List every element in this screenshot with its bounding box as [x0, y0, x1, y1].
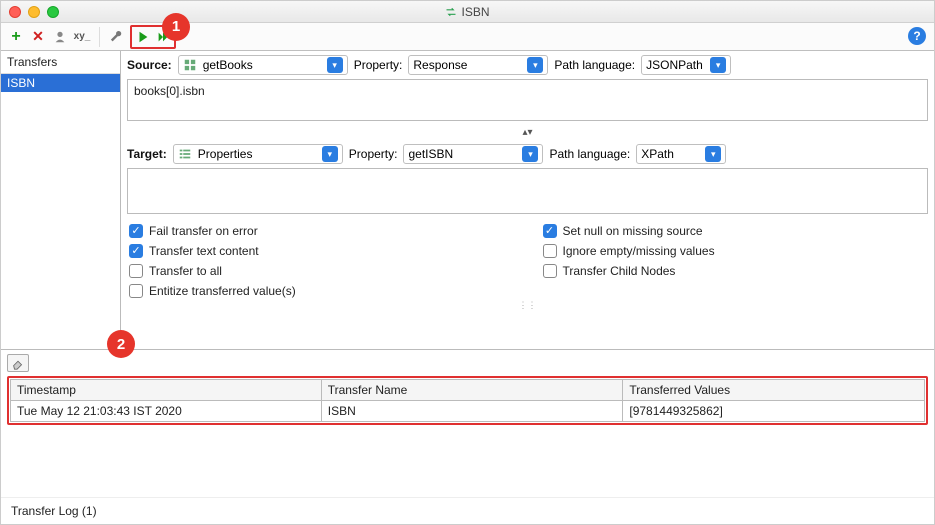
transfers-sidebar: Transfers ISBN — [1, 51, 121, 349]
checkbox-icon — [543, 264, 557, 278]
chevron-down-icon: ▾ — [327, 57, 343, 73]
wrench-icon — [110, 30, 124, 44]
play-icon — [136, 30, 150, 44]
opt-text-content[interactable]: Transfer text content — [129, 244, 513, 258]
checkbox-icon — [129, 284, 143, 298]
footer-tab[interactable]: Transfer Log (1) — [1, 497, 934, 524]
target-property-value: getISBN — [408, 147, 453, 161]
expand-collapse-handle[interactable]: ▴▾ — [127, 125, 928, 140]
opt-label: Entitize transferred value(s) — [149, 284, 296, 298]
checkbox-icon — [543, 224, 557, 238]
checkbox-icon — [129, 224, 143, 238]
transfer-icon — [445, 6, 457, 18]
chevron-down-icon: ▾ — [710, 57, 726, 73]
run-buttons-group: 1 — [130, 25, 176, 49]
log-col-name: Transfer Name — [321, 380, 623, 401]
target-pathlang-value: XPath — [641, 147, 674, 161]
log-panel: 2 Timestamp Transfer Name Transferred Va… — [1, 349, 934, 497]
chevron-down-icon: ▾ — [522, 146, 538, 162]
target-property-label: Property: — [349, 147, 398, 161]
opt-child-nodes[interactable]: Transfer Child Nodes — [543, 264, 927, 278]
toolbar-separator — [99, 27, 100, 47]
pane-resize-handle[interactable]: ⋮⋮ — [127, 302, 928, 308]
help-button[interactable]: ? — [908, 27, 926, 45]
chevron-down-icon: ▾ — [322, 146, 338, 162]
target-label: Target: — [127, 147, 167, 161]
log-col-values: Transferred Values — [623, 380, 925, 401]
opt-transfer-all[interactable]: Transfer to all — [129, 264, 513, 278]
main-panel: Source: getBooks ▾ Property: Response ▾ … — [121, 51, 934, 349]
grid-icon — [183, 58, 197, 72]
chevron-down-icon: ▾ — [527, 57, 543, 73]
log-table: Timestamp Transfer Name Transferred Valu… — [10, 379, 925, 422]
chevron-down-icon: ▾ — [705, 146, 721, 162]
window-title: ISBN — [461, 5, 489, 19]
log-cell-name: ISBN — [321, 401, 623, 422]
target-step-value: Properties — [198, 147, 253, 161]
clone-transfer-button[interactable] — [51, 28, 69, 46]
opt-label: Transfer text content — [149, 244, 259, 258]
source-step-dropdown[interactable]: getBooks ▾ — [178, 55, 348, 75]
checkbox-icon — [129, 244, 143, 258]
transfer-options: Fail transfer on error Set null on missi… — [127, 218, 928, 298]
close-window-button[interactable] — [9, 6, 21, 18]
config-button[interactable] — [108, 28, 126, 46]
eraser-icon — [11, 356, 25, 370]
source-step-value: getBooks — [203, 58, 253, 72]
opt-fail-on-error[interactable]: Fail transfer on error — [129, 224, 513, 238]
target-row: Target: Properties ▾ Property: getISBN ▾… — [127, 144, 928, 164]
opt-label: Fail transfer on error — [149, 224, 258, 238]
target-expression-input[interactable] — [127, 168, 928, 214]
checkbox-icon — [543, 244, 557, 258]
target-property-dropdown[interactable]: getISBN ▾ — [403, 144, 543, 164]
opt-ignore-missing[interactable]: Ignore empty/missing values — [543, 244, 927, 258]
opt-set-null[interactable]: Set null on missing source — [543, 224, 927, 238]
checkbox-icon — [129, 264, 143, 278]
callout-2: 2 — [107, 330, 135, 358]
target-pathlang-label: Path language: — [549, 147, 630, 161]
callout-1: 1 — [162, 13, 190, 41]
rename-transfer-button[interactable]: xy_ — [73, 28, 91, 46]
opt-label: Transfer Child Nodes — [563, 264, 676, 278]
remove-transfer-button[interactable]: ✕ — [29, 28, 47, 46]
source-expression-input[interactable]: books[0].isbn — [127, 79, 928, 121]
person-icon — [53, 30, 67, 44]
toolbar: + ✕ xy_ 1 ? — [1, 23, 934, 51]
list-icon — [178, 147, 192, 161]
log-col-timestamp: Timestamp — [11, 380, 322, 401]
source-pathlang-dropdown[interactable]: JSONPath ▾ — [641, 55, 731, 75]
log-row[interactable]: Tue May 12 21:03:43 IST 2020 ISBN [97814… — [11, 401, 925, 422]
clear-log-button[interactable] — [7, 354, 29, 372]
source-property-dropdown[interactable]: Response ▾ — [408, 55, 548, 75]
log-cell-vals: [9781449325862] — [623, 401, 925, 422]
body: Transfers ISBN Source: getBooks ▾ Proper… — [1, 51, 934, 349]
source-label: Source: — [127, 58, 172, 72]
target-pathlang-dropdown[interactable]: XPath ▾ — [636, 144, 726, 164]
source-row: Source: getBooks ▾ Property: Response ▾ … — [127, 55, 928, 75]
transfers-header: Transfers — [1, 51, 120, 74]
opt-label: Transfer to all — [149, 264, 222, 278]
opt-label: Ignore empty/missing values — [563, 244, 715, 258]
zoom-window-button[interactable] — [47, 6, 59, 18]
log-table-highlight: Timestamp Transfer Name Transferred Valu… — [7, 376, 928, 425]
source-property-label: Property: — [354, 58, 403, 72]
minimize-window-button[interactable] — [28, 6, 40, 18]
transfer-item-isbn[interactable]: ISBN — [1, 74, 120, 92]
titlebar: ISBN — [1, 1, 934, 23]
opt-entitize[interactable]: Entitize transferred value(s) — [129, 284, 513, 298]
log-cell-ts: Tue May 12 21:03:43 IST 2020 — [11, 401, 322, 422]
window-controls — [1, 6, 59, 18]
run-button[interactable] — [134, 28, 152, 46]
source-pathlang-value: JSONPath — [646, 58, 703, 72]
property-transfer-window: ISBN + ✕ xy_ 1 ? Transfers ISBN — [0, 0, 935, 525]
target-step-dropdown[interactable]: Properties ▾ — [173, 144, 343, 164]
opt-label: Set null on missing source — [563, 224, 703, 238]
source-pathlang-label: Path language: — [554, 58, 635, 72]
add-transfer-button[interactable]: + — [7, 28, 25, 46]
source-property-value: Response — [413, 58, 467, 72]
